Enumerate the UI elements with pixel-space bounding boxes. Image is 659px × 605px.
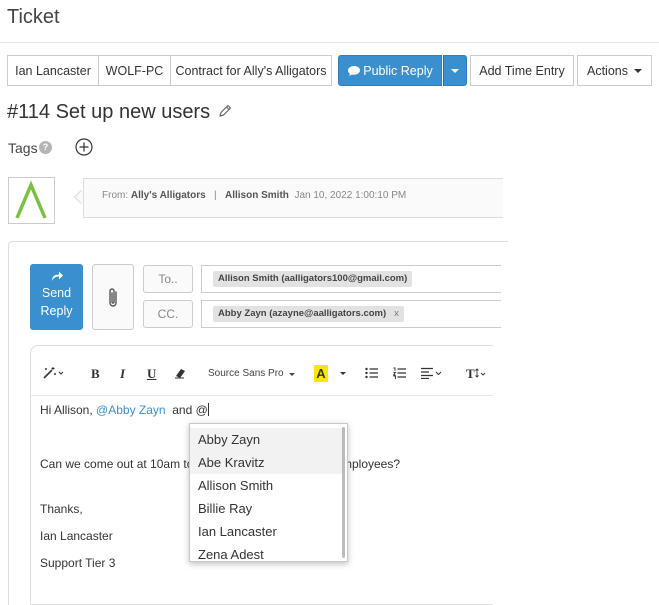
company-logo [8, 177, 55, 224]
text-size-label: T [466, 366, 475, 381]
text-size-button[interactable]: T [466, 366, 487, 382]
mention-option[interactable]: Abe Kravitz [190, 451, 342, 474]
text-size-arrows-icon [474, 368, 485, 378]
remove-cc-button[interactable]: x [394, 308, 399, 319]
cc-field[interactable]: Abby Zayn (azayne@aalligators.com) x [201, 300, 501, 328]
attach-file-button[interactable] [92, 264, 134, 330]
tags-label: Tags [8, 140, 38, 156]
dropdown-scrollbar[interactable] [342, 427, 345, 558]
mention-dropdown[interactable]: Abby Zayn Abe Kravitz Allison Smith Bill… [189, 423, 348, 562]
body-line-question-end: mployees? [342, 457, 401, 471]
mention-option[interactable]: Zena Adest [190, 543, 342, 561]
page-title: Ticket [7, 6, 60, 28]
bold-button[interactable]: B [91, 366, 100, 382]
header-divider [0, 42, 659, 43]
public-reply-button[interactable]: Public Reply [338, 55, 442, 86]
from-company: Ally's Alligators [130, 190, 206, 201]
font-family-select[interactable]: Source Sans Pro [208, 368, 296, 379]
to-button[interactable]: To.. [143, 265, 193, 293]
chevron-down-icon [451, 68, 459, 73]
public-reply-label: Public Reply [363, 63, 433, 78]
send-label-1: Send [41, 286, 72, 300]
mention-option[interactable]: Abby Zayn [190, 428, 342, 451]
chevron-down-icon [634, 68, 642, 73]
contract-button[interactable]: Contract for Ally's Alligators [170, 55, 332, 86]
to-chip-label: Allison Smith (aalligators100@gmail.com) [218, 273, 408, 284]
ticket-title: #114 Set up new users [7, 101, 211, 123]
body-line-question-start: Can we come out at 10am to [40, 457, 194, 471]
mention-option[interactable]: Ian Lancaster [190, 520, 342, 543]
pencil-icon[interactable] [217, 103, 233, 119]
customer-button[interactable]: Ian Lancaster [7, 55, 99, 86]
help-icon[interactable]: ? [39, 141, 52, 154]
to-field[interactable]: Allison Smith (aalligators100@gmail.com) [201, 265, 501, 293]
font-family-label: Source Sans Pro [208, 368, 284, 379]
actions-label: Actions [587, 63, 628, 78]
send-label-2: Reply [40, 304, 73, 318]
message-date: Jan 10, 2022 1:00:10 PM [294, 190, 407, 201]
send-reply-button[interactable]: Send Reply [30, 264, 83, 330]
cc-chip-label: Abby Zayn (azayne@aalligators.com) [218, 308, 387, 319]
body-line-greeting: Hi Allison, @Abby Zayn and @ [40, 403, 209, 417]
add-tag-icon[interactable] [75, 138, 93, 156]
public-reply-dropdown-toggle[interactable] [443, 55, 467, 86]
bullet-list-icon[interactable] [365, 367, 378, 379]
numbered-list-icon[interactable] [393, 367, 406, 379]
message-header: From: Ally's Alligators | Allison Smith … [83, 178, 503, 218]
signature-title: Support Tier 3 [40, 556, 116, 570]
from-separator: | [214, 190, 217, 201]
chevron-down-icon[interactable] [340, 372, 346, 375]
chevron-down-icon [289, 373, 296, 376]
magic-wand-icon[interactable] [42, 366, 64, 380]
mention-option[interactable]: Billie Ray [190, 497, 342, 520]
text-cursor [207, 403, 209, 416]
editor-toolbar-divider [31, 395, 493, 396]
paperclip-icon [109, 288, 117, 307]
italic-button[interactable]: I [120, 366, 125, 382]
reply-arrow-icon [51, 271, 63, 281]
asset-button[interactable]: WOLF-PC [98, 55, 171, 86]
body-line-thanks: Thanks, [40, 502, 83, 516]
from-label: From: [102, 190, 129, 201]
ticket-toolbar: Ian Lancaster WOLF-PC Contract for Ally'… [7, 55, 652, 86]
greeting-suffix: and @ [172, 403, 208, 417]
mention-option[interactable]: Allison Smith [190, 474, 342, 497]
add-time-entry-button[interactable]: Add Time Entry [470, 55, 574, 86]
from-sender: Allison Smith [225, 190, 289, 201]
signature-name: Ian Lancaster [40, 529, 113, 543]
greeting-text: Hi Allison, [40, 403, 93, 417]
actions-dropdown-button[interactable]: Actions [577, 55, 652, 86]
eraser-icon[interactable] [174, 367, 186, 379]
comment-icon [348, 65, 361, 76]
recipient-chip: Allison Smith (aalligators100@gmail.com) [213, 271, 413, 287]
mention-tag: @Abby Zayn [96, 403, 166, 417]
cc-chip: Abby Zayn (azayne@aalligators.com) x [213, 306, 404, 322]
align-icon[interactable] [421, 367, 443, 379]
highlight-color-button[interactable]: A [314, 365, 328, 382]
underline-button[interactable]: U [147, 366, 156, 382]
alligator-logo-icon [15, 180, 47, 219]
cc-button[interactable]: CC. [143, 300, 193, 328]
